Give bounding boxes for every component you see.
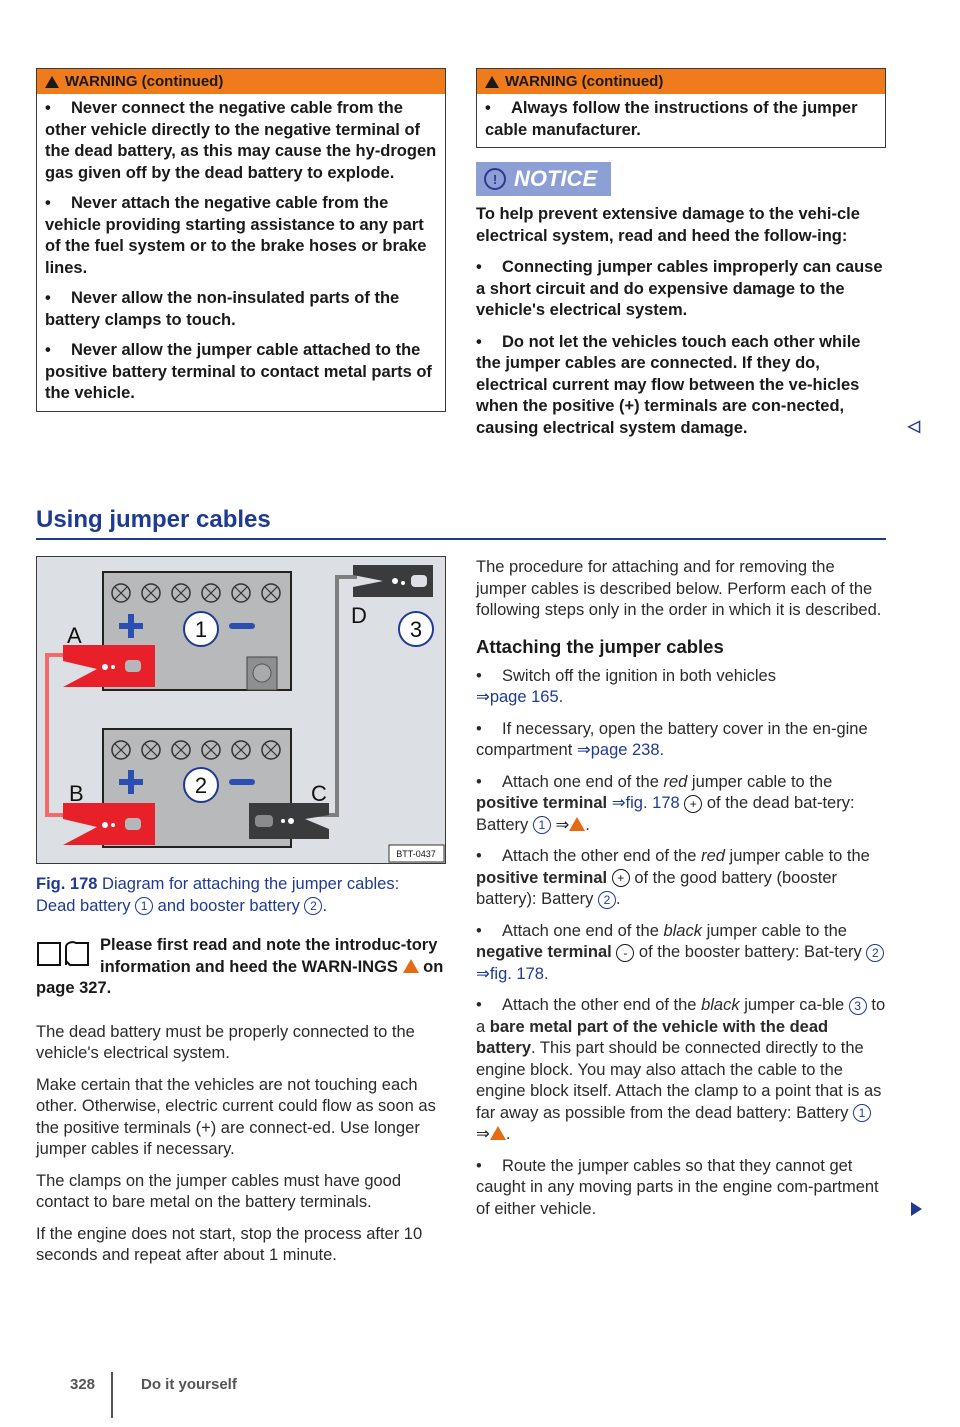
label-b: B: [69, 781, 84, 806]
paragraph: If the engine does not start, stop the p…: [36, 1224, 423, 1265]
callout-3-icon: 3: [848, 996, 867, 1015]
notice-body: To help prevent extensive damage to the …: [476, 204, 920, 439]
black-clamp-c: [249, 803, 329, 839]
callout-2-icon: 2: [597, 890, 616, 909]
page-number: 328: [70, 1376, 96, 1393]
left-body: The dead battery must be properly connec…: [36, 1022, 444, 1267]
warning-triangle-icon[interactable]: [569, 816, 586, 831]
page-link[interactable]: ⇒page 165.: [476, 688, 563, 706]
plus-circle-icon: +: [684, 794, 703, 813]
step-item: • Switch off the ignition in both vehicle…: [476, 666, 776, 707]
warning-triangle-icon: [45, 75, 59, 88]
subsection-title: Attaching the jumper cables: [476, 635, 724, 657]
right-lower-column: The procedure for attaching and for remo…: [476, 557, 922, 1230]
figure-link[interactable]: ⇒fig. 178.: [476, 965, 549, 983]
callout-1-icon: 1: [852, 1104, 871, 1123]
black-clamp-d: [353, 565, 433, 597]
step-item: • If necessary, open the battery cover in…: [476, 719, 868, 760]
callout-1: 1: [183, 611, 219, 647]
paragraph: The clamps on the jumper cables must hav…: [36, 1171, 402, 1212]
jumper-cable-diagram: A B C D 1 2 3 BTT-0437: [36, 556, 446, 864]
right-top-column: WARNING (continued) • Always follow the i…: [476, 68, 920, 449]
notice-label: ! NOTICE: [476, 162, 612, 196]
section-title: Using jumper cables: [36, 506, 886, 540]
figure-caption: Fig. 178 Diagram for attaching the jumpe…: [36, 875, 400, 916]
callout-1-icon: 1: [135, 897, 154, 916]
paragraph: The dead battery must be properly connec…: [36, 1022, 415, 1063]
left-lower-column: Fig. 178 Diagram for attaching the jumpe…: [36, 874, 444, 1277]
warning-title: WARNING (continued): [505, 73, 664, 90]
warning-box-right: WARNING (continued) • Always follow the i…: [476, 68, 886, 148]
svg-text:3: 3: [410, 617, 422, 642]
chapter-title: Do it yourself: [141, 1376, 237, 1393]
callout-1-icon: 1: [532, 816, 551, 835]
warning-header: WARNING (continued): [37, 69, 445, 94]
minus-sign-2: [229, 779, 255, 785]
warning-item: • Never allow the jumper cable attached t…: [45, 341, 432, 402]
red-cable: [45, 653, 67, 817]
step-item: • Attach one end of the red jumper cable …: [476, 772, 855, 835]
book-icon: [37, 941, 89, 966]
label-a: A: [67, 623, 82, 648]
minus-sign-1: [229, 623, 255, 629]
read-first-note: Please first read and note the introduc-…: [36, 936, 444, 997]
warning-item: • Always follow the instructions of the j…: [485, 99, 858, 139]
figure-link[interactable]: ⇒fig. 178: [612, 794, 680, 812]
footer-divider: [111, 1372, 113, 1418]
svg-text:2: 2: [195, 773, 207, 798]
warning-triangle-icon[interactable]: [489, 1126, 506, 1140]
callout-3: 3: [398, 611, 434, 647]
warning-triangle-icon: [485, 75, 499, 88]
warning-title: WARNING (continued): [65, 73, 224, 90]
red-clamp-a: [63, 645, 155, 687]
intro-paragraph: The procedure for attaching and for remo…: [476, 558, 882, 619]
label-c: C: [311, 781, 327, 806]
figure-code: BTT-0437: [396, 849, 436, 859]
step-item: • Attach the other end of the red jumper …: [476, 847, 870, 909]
paragraph: Make certain that the vehicles are not t…: [36, 1075, 436, 1159]
warning-item: • Never connect the negative cable from t…: [45, 99, 437, 182]
callout-2: 2: [183, 767, 219, 803]
step-item: • Attach one end of the black jumper cabl…: [476, 921, 886, 986]
warning-item: • Never attach the negative cable from th…: [45, 194, 427, 277]
black-cable: [299, 575, 357, 817]
callout-2-icon: 2: [304, 897, 323, 916]
attaching-steps: • Switch off the ignition in both vehicle…: [476, 666, 922, 1221]
continue-arrow-icon: [911, 1202, 922, 1216]
step-item: • Attach the other end of the black jumpe…: [476, 996, 886, 1143]
warning-item: • Never allow the non-insulated parts of …: [45, 289, 400, 329]
page-footer: 328 Do it yourself: [0, 1372, 400, 1422]
notice-item: • Connecting jumper cables improperly can…: [476, 258, 883, 319]
minus-circle-icon: -: [616, 943, 635, 962]
red-clamp-b: [63, 803, 155, 845]
label-d: D: [351, 603, 367, 628]
page-link[interactable]: ⇒page 238.: [577, 741, 664, 759]
svg-text:1: 1: [195, 617, 207, 642]
step-item: • Route the jumper cables so that they ca…: [476, 1156, 922, 1221]
warning-triangle-icon: [402, 958, 419, 973]
notice-intro: To help prevent extensive damage to the …: [476, 205, 860, 245]
plus-circle-icon: +: [611, 869, 630, 888]
diagram-svg: A B C D 1 2 3 BTT-0437: [45, 565, 445, 863]
exclamation-circle-icon: !: [484, 168, 506, 190]
warning-box-left: WARNING (continued) • Never connect the n…: [36, 68, 446, 412]
warning-header: WARNING (continued): [477, 69, 885, 94]
section-end-icon: ◁: [907, 417, 920, 435]
notice-item: • Do not let the vehicles touch each othe…: [476, 332, 920, 437]
callout-2-icon: 2: [866, 943, 885, 962]
